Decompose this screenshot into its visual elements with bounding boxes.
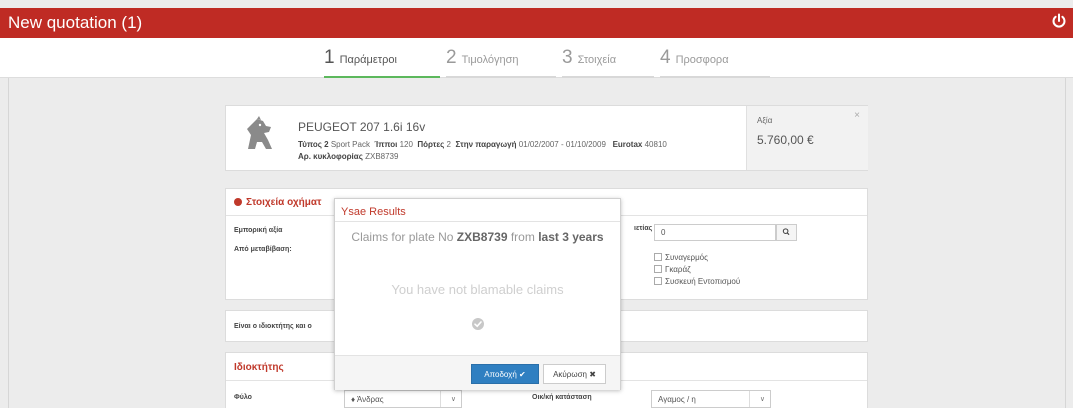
main-content: PEUGEOT 207 1.6i 16v Τύπος 2 Sport Pack … — [8, 78, 1066, 408]
ysae-results-dialog: Ysae Results Claims for plate No ZXB8739… — [334, 198, 621, 390]
checkbox-label: Συναγερμός — [665, 253, 708, 262]
step-label: Παράμετροι — [339, 54, 397, 66]
plate-label: Αρ. κυκλοφορίας — [298, 152, 363, 161]
type-label: Τύπος 2 — [298, 140, 329, 149]
years-label-fragment: ιετίας — [634, 225, 653, 232]
step-offer[interactable]: 4 Προσφορα — [660, 47, 770, 81]
checkbox-label: Γκαράζ — [665, 265, 691, 274]
owner-question-label: Είναι ο ιδιοκτήτης και ο — [234, 323, 312, 330]
car-value-box: Αξία 5.760,00 € × — [746, 106, 868, 170]
value-label: Αξία — [757, 116, 773, 125]
power-icon[interactable] — [1051, 13, 1067, 29]
car-title: PEUGEOT 207 1.6i 16v — [298, 120, 425, 134]
divider — [335, 221, 620, 222]
check-circle-icon — [472, 318, 484, 330]
close-icon[interactable]: × — [854, 110, 860, 121]
production-value: 01/02/2007 - 01/10/2009 — [518, 140, 606, 149]
plate-value: ZXB8739 — [365, 152, 399, 161]
car-model: 207 1.6i 16v — [359, 120, 426, 134]
select-divider — [440, 391, 441, 407]
gender-select[interactable]: ♦ Άνδρας ∨ — [344, 390, 462, 408]
step-label: Στοιχεία — [577, 54, 617, 66]
gender-value: Άνδρας — [356, 395, 384, 404]
step-label: Τιμολόγηση — [461, 54, 519, 66]
wizard-steps: 1 Παράμετροι 2 Τιμολόγηση 3 Στοιχεία 4 Προσφ… — [0, 38, 1073, 81]
section-title-text: Στοιχεία οχήματ — [246, 197, 322, 208]
step-pricing[interactable]: 2 Τιμολόγηση — [446, 47, 556, 81]
years-input[interactable]: 0 — [654, 224, 776, 241]
commercial-value-label: Εμπορική αξία — [234, 227, 283, 234]
hp-value: 120 — [399, 140, 413, 149]
page-title: New quotation (1) — [8, 13, 143, 32]
no-claims-message: You have not blamable claims — [391, 282, 564, 297]
car-plate: Αρ. κυκλοφορίας ZXB8739 — [298, 152, 398, 161]
select-divider — [749, 391, 750, 407]
step-number: 2 — [446, 47, 457, 68]
claims-summary: Claims for plate No ZXB8739 from last 3 … — [335, 230, 620, 244]
marital-status-label: Οικ/κή κατάσταση — [532, 394, 592, 401]
peugeot-lion-logo-icon — [247, 116, 272, 149]
chevron-down-icon: ∨ — [450, 396, 456, 403]
checkbox-box — [654, 265, 662, 273]
transfer-label: Από μεταβίβαση: — [234, 246, 292, 253]
tracker-checkbox[interactable]: Συσκευή Εντοπισμού — [654, 277, 740, 286]
type-value: Sport Pack — [330, 140, 370, 149]
checkbox-box — [654, 253, 662, 261]
step-number: 1 — [324, 47, 335, 68]
marital-value: Αγαμος / η — [658, 395, 696, 404]
garage-checkbox[interactable]: Γκαράζ — [654, 265, 691, 274]
step-label: Προσφορα — [675, 54, 729, 66]
accept-button[interactable]: Αποδοχή ✔ — [471, 364, 539, 384]
claims-period: last 3 years — [538, 230, 604, 244]
checkbox-box — [654, 277, 662, 285]
dialog-title: Ysae Results — [341, 206, 406, 218]
hp-label: Ίπποι — [374, 140, 398, 149]
gender-label: Φύλο — [234, 394, 252, 401]
production-label: Στην παραγωγή — [455, 140, 517, 149]
car-summary-card: PEUGEOT 207 1.6i 16v Τύπος 2 Sport Pack … — [225, 105, 868, 171]
doors-value: 2 — [446, 140, 451, 149]
male-icon: ♦ — [351, 395, 356, 404]
app-header: New quotation (1) — [0, 8, 1073, 38]
car-brand: PEUGEOT — [298, 120, 357, 134]
car-specs: Τύπος 2 Sport Pack Ίπποι 120 Πόρτες 2 Στ… — [298, 140, 667, 149]
cancel-button[interactable]: Ακύρωση ✖ — [543, 364, 606, 384]
dialog-footer: Αποδοχή ✔ Ακύρωση ✖ — [335, 355, 620, 390]
claims-plate: ZXB8739 — [456, 230, 508, 244]
alarm-checkbox[interactable]: Συναγερμός — [654, 253, 708, 262]
half-circle-icon — [234, 198, 242, 206]
step-details[interactable]: 3 Στοιχεία — [562, 47, 654, 81]
step-parameters[interactable]: 1 Παράμετροι — [324, 47, 440, 81]
search-icon — [782, 228, 790, 236]
eurotax-value: 40810 — [644, 140, 667, 149]
checkbox-label: Συσκευή Εντοπισμού — [665, 277, 741, 286]
owner-section-title: Ιδιοκτήτης — [234, 362, 284, 373]
doors-label: Πόρτες — [417, 140, 445, 149]
chevron-down-icon: ∨ — [759, 396, 765, 403]
step-number: 3 — [562, 47, 573, 68]
vehicle-section-title: Στοιχεία οχήματ — [234, 197, 321, 208]
eurotax-label: Eurotax — [612, 140, 643, 149]
value-amount: 5.760,00 € — [757, 133, 814, 147]
claims-prefix: Claims for plate No — [351, 230, 454, 244]
step-number: 4 — [660, 47, 671, 68]
search-button[interactable] — [776, 224, 797, 241]
marital-status-select[interactable]: Αγαμος / η ∨ — [651, 390, 771, 408]
claims-middle: from — [510, 230, 535, 244]
